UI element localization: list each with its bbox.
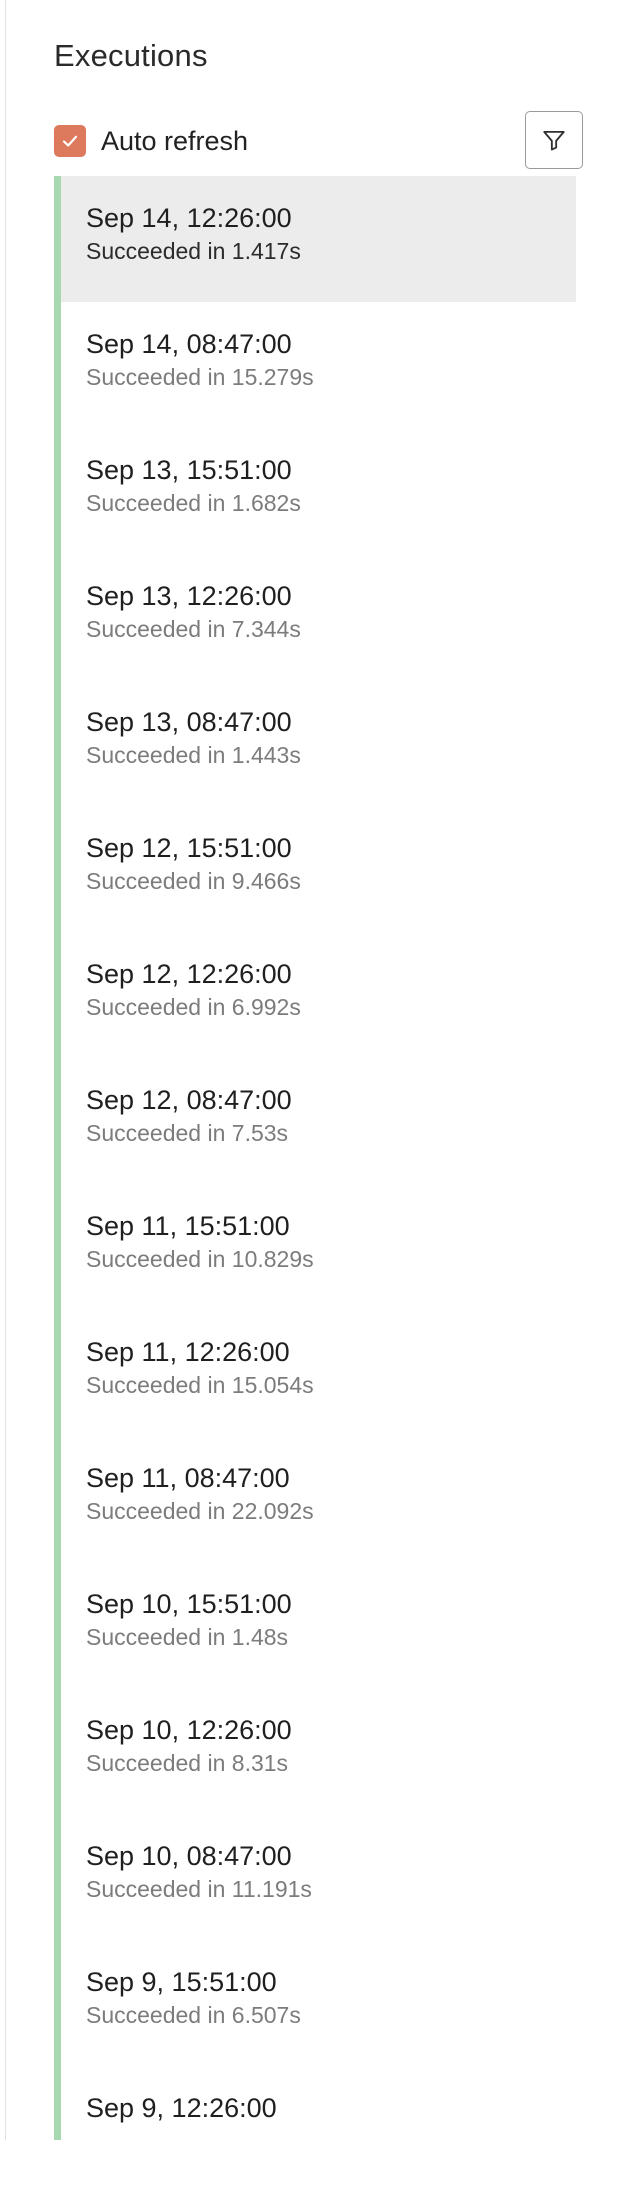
execution-status: Succeeded in 15.279s	[86, 364, 314, 390]
execution-time: Sep 10, 12:26:00	[86, 1715, 292, 1745]
execution-time: Sep 13, 15:51:00	[86, 455, 292, 485]
execution-status: Succeeded in 9.466s	[86, 868, 301, 894]
execution-time: Sep 11, 15:51:00	[86, 1211, 290, 1241]
execution-status: Succeeded in 6.507s	[86, 2002, 301, 2028]
execution-time: Sep 9, 15:51:00	[86, 1967, 277, 1997]
execution-status: Succeeded in 1.682s	[86, 490, 301, 516]
execution-status: Succeeded in 1.48s	[86, 1624, 289, 1650]
filter-button[interactable]	[525, 111, 583, 169]
auto-refresh-label: Auto refresh	[101, 125, 249, 156]
execution-item[interactable]: Sep 13, 15:51:00 Succeeded in 1.682s	[61, 428, 576, 554]
execution-item[interactable]: Sep 12, 15:51:00 Succeeded in 9.466s	[61, 806, 576, 932]
execution-item[interactable]: Sep 13, 08:47:00 Succeeded in 1.443s	[61, 680, 576, 806]
execution-time: Sep 12, 08:47:00	[86, 1085, 292, 1115]
execution-item[interactable]: Sep 9, 15:51:00 Succeeded in 6.507s	[61, 1940, 576, 2066]
execution-status: Succeeded in 8.31s	[86, 1750, 289, 1776]
execution-time: Sep 12, 15:51:00	[86, 833, 292, 863]
panel-title: Executions	[54, 38, 208, 73]
execution-status: Succeeded in 7.344s	[86, 616, 301, 642]
execution-item[interactable]: Sep 10, 15:51:00 Succeeded in 1.48s	[61, 1562, 576, 1688]
execution-status: Succeeded in 22.092s	[86, 1498, 314, 1524]
execution-item[interactable]: Sep 11, 12:26:00 Succeeded in 15.054s	[61, 1310, 576, 1436]
execution-time: Sep 10, 15:51:00	[86, 1589, 292, 1619]
executions-panel: Executions Auto refresh Sep 14, 12:26:00…	[0, 0, 618, 2140]
execution-time: Sep 13, 08:47:00	[86, 707, 292, 737]
execution-item[interactable]: Sep 12, 08:47:00 Succeeded in 7.53s	[61, 1058, 576, 1184]
execution-status: Succeeded in 1.417s	[86, 238, 301, 264]
execution-item[interactable]: Sep 12, 12:26:00 Succeeded in 6.992s	[61, 932, 576, 1058]
execution-item[interactable]: Sep 14, 12:26:00 Succeeded in 1.417s	[61, 176, 576, 302]
execution-item[interactable]: Sep 10, 12:26:00 Succeeded in 8.31s	[61, 1688, 576, 1814]
filter-icon	[543, 130, 565, 151]
execution-status: Succeeded in 1.443s	[86, 742, 301, 768]
execution-status: Succeeded in 6.992s	[86, 994, 301, 1020]
checkmark-icon	[62, 135, 78, 147]
execution-item[interactable]: Sep 14, 08:47:00 Succeeded in 15.279s	[61, 302, 576, 428]
execution-status: Succeeded in 10.829s	[86, 1246, 314, 1272]
execution-time: Sep 10, 08:47:00	[86, 1841, 292, 1871]
execution-time: Sep 11, 08:47:00	[86, 1463, 290, 1493]
execution-status: Succeeded in 15.054s	[86, 1372, 314, 1398]
execution-time: Sep 13, 12:26:00	[86, 581, 292, 611]
execution-item[interactable]: Sep 10, 08:47:00 Succeeded in 11.191s	[61, 1814, 576, 1940]
auto-refresh-toggle[interactable]: Auto refresh	[54, 124, 248, 158]
panel-left-border	[5, 0, 6, 2140]
execution-time: Sep 14, 12:26:00	[86, 203, 292, 233]
execution-time: Sep 11, 12:26:00	[86, 1337, 290, 1367]
executions-list: Sep 14, 12:26:00 Succeeded in 1.417s Sep…	[61, 176, 576, 2192]
execution-time: Sep 14, 08:47:00	[86, 329, 292, 359]
execution-item[interactable]: Sep 11, 15:51:00 Succeeded in 10.829s	[61, 1184, 576, 1310]
execution-item[interactable]: Sep 11, 08:47:00 Succeeded in 22.092s	[61, 1436, 576, 1562]
execution-time: Sep 9, 12:26:00	[86, 2093, 277, 2123]
execution-item[interactable]: Sep 9, 12:26:00	[61, 2066, 576, 2192]
execution-item[interactable]: Sep 13, 12:26:00 Succeeded in 7.344s	[61, 554, 576, 680]
execution-status: Succeeded in 7.53s	[86, 1120, 289, 1146]
execution-status: Succeeded in 11.191s	[86, 1876, 312, 1902]
execution-time: Sep 12, 12:26:00	[86, 959, 292, 989]
execution-timeline-bar	[54, 176, 61, 2140]
auto-refresh-checkbox[interactable]	[54, 125, 86, 157]
